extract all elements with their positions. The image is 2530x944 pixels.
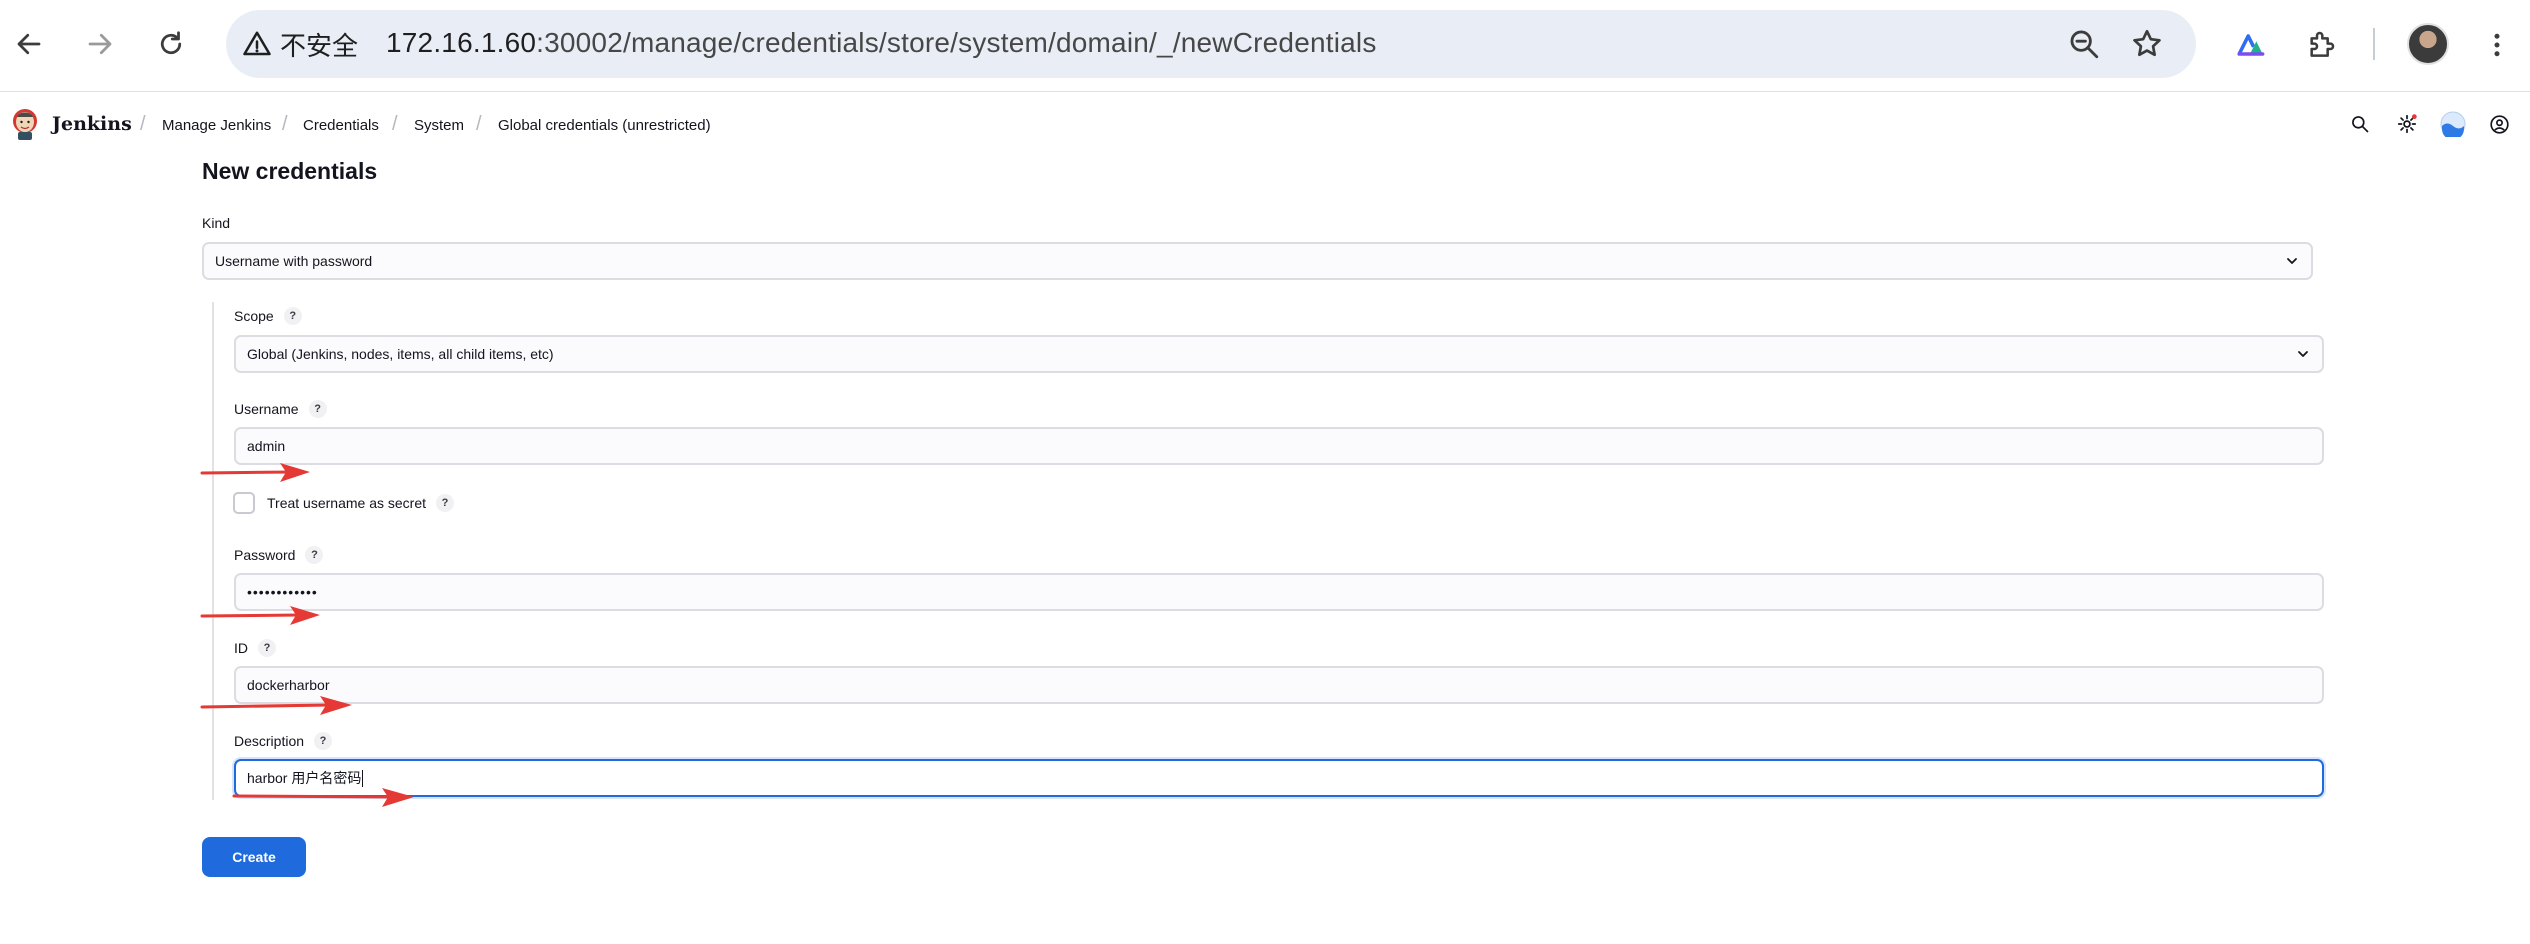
user-avatar-button[interactable] <box>2440 111 2466 137</box>
breadcrumb-global-credentials[interactable]: Global credentials (unrestricted) <box>498 117 711 134</box>
scope-label: Scope ? <box>234 307 302 325</box>
id-value: dockerharbor <box>247 677 330 693</box>
password-input[interactable]: •••••••••••• <box>234 573 2324 611</box>
chevron-down-icon <box>2298 351 2308 357</box>
back-button[interactable] <box>5 20 53 68</box>
reload-button[interactable] <box>147 20 195 68</box>
description-help-icon[interactable]: ? <box>314 732 333 750</box>
kind-label-text: Kind <box>202 215 231 231</box>
jenkins-logo-icon[interactable] <box>10 107 40 141</box>
kind-select[interactable]: Username with password <box>202 242 2313 280</box>
scope-help-icon[interactable]: ? <box>283 307 302 325</box>
id-help-icon[interactable]: ? <box>258 639 276 657</box>
kind-select-value: Username with password <box>215 253 373 269</box>
create-button[interactable]: Create <box>202 837 306 877</box>
chevron-down-icon <box>2287 258 2297 264</box>
security-label: 不安全 <box>280 30 359 61</box>
scope-select[interactable]: Global (Jenkins, nodes, items, all child… <box>234 335 2324 373</box>
annotation-arrow-description <box>232 788 414 807</box>
bookmark-star-icon[interactable] <box>2130 27 2164 61</box>
username-input[interactable]: admin <box>234 427 2324 465</box>
username-value: admin <box>247 438 286 454</box>
page-title: New credentials <box>202 158 378 184</box>
user-circle-icon <box>2489 114 2509 134</box>
extension-icon[interactable] <box>2230 25 2270 65</box>
reload-icon <box>160 31 182 55</box>
password-label: Password ? <box>234 546 324 564</box>
url-text[interactable]: 172.16.1.60:30002/manage/credentials/sto… <box>386 27 1377 59</box>
puzzle-icon <box>2310 31 2335 57</box>
annotation-arrow-id <box>200 696 352 715</box>
toolbar-divider <box>2373 28 2375 60</box>
treat-secret-help-icon[interactable]: ? <box>436 494 454 512</box>
breadcrumb-separator: / <box>392 113 398 135</box>
account-button[interactable] <box>2486 111 2512 137</box>
warning-icon <box>243 31 271 56</box>
id-label: ID ? <box>234 639 276 657</box>
wave-avatar-icon <box>2440 111 2466 137</box>
password-value: •••••••••••• <box>247 584 318 600</box>
arrow-right-icon <box>88 33 112 55</box>
extensions-button[interactable] <box>2301 25 2341 65</box>
breadcrumb-system[interactable]: System <box>414 117 464 134</box>
forward-button[interactable] <box>76 20 124 68</box>
username-help-icon[interactable]: ? <box>308 400 327 418</box>
scope-label-text: Scope <box>234 308 274 324</box>
breadcrumb-credentials[interactable]: Credentials <box>303 117 379 134</box>
treat-username-secret-checkbox[interactable] <box>233 492 255 514</box>
gear-icon <box>2397 114 2417 134</box>
url-path: :30002/manage/credentials/store/system/d… <box>536 27 1377 58</box>
nested-section-bar <box>212 302 214 800</box>
annotation-arrow-username <box>200 463 310 482</box>
description-input[interactable]: harbor 用户名密码 <box>234 759 2324 797</box>
browser-toolbar: 不安全 172.16.1.60:30002/manage/credentials… <box>0 0 2530 92</box>
kind-label: Kind <box>202 215 230 231</box>
password-label-text: Password <box>234 547 296 563</box>
breadcrumb-manage-jenkins[interactable]: Manage Jenkins <box>162 117 271 134</box>
url-host: 172.16.1.60 <box>386 27 537 58</box>
profile-avatar[interactable] <box>2407 23 2449 65</box>
description-label: Description ? <box>234 732 333 750</box>
breadcrumb-separator: / <box>476 113 482 135</box>
manage-settings-button[interactable] <box>2394 111 2420 137</box>
arrow-left-icon <box>17 33 41 55</box>
id-input[interactable]: dockerharbor <box>234 666 2324 704</box>
search-icon <box>2352 116 2369 133</box>
kebab-menu-icon <box>2494 33 2500 57</box>
address-bar[interactable]: 不安全 172.16.1.60:30002/manage/credentials… <box>226 10 2196 78</box>
password-help-icon[interactable]: ? <box>305 546 324 564</box>
description-label-text: Description <box>234 733 305 749</box>
treat-username-secret-text[interactable]: Treat username as secret <box>267 495 426 511</box>
zoom-out-icon[interactable] <box>2067 27 2101 61</box>
search-button[interactable] <box>2347 111 2373 137</box>
annotation-arrow-password <box>200 606 320 625</box>
username-label-text: Username <box>234 401 299 417</box>
breadcrumb-separator: / <box>140 113 146 135</box>
jenkins-header: Jenkins / Manage Jenkins / Credentials /… <box>0 93 2530 157</box>
security-indicator[interactable]: 不安全 <box>242 26 358 62</box>
treat-username-secret-label: Treat username as secret ? <box>267 494 454 512</box>
breadcrumb-separator: / <box>282 113 288 135</box>
username-label: Username ? <box>234 400 327 418</box>
id-label-text: ID <box>234 640 248 656</box>
jenkins-brand[interactable]: Jenkins <box>52 113 132 135</box>
browser-menu-button[interactable] <box>2477 25 2517 65</box>
scope-select-value: Global (Jenkins, nodes, items, all child… <box>247 346 554 362</box>
triangle-logo-icon <box>2237 34 2265 56</box>
